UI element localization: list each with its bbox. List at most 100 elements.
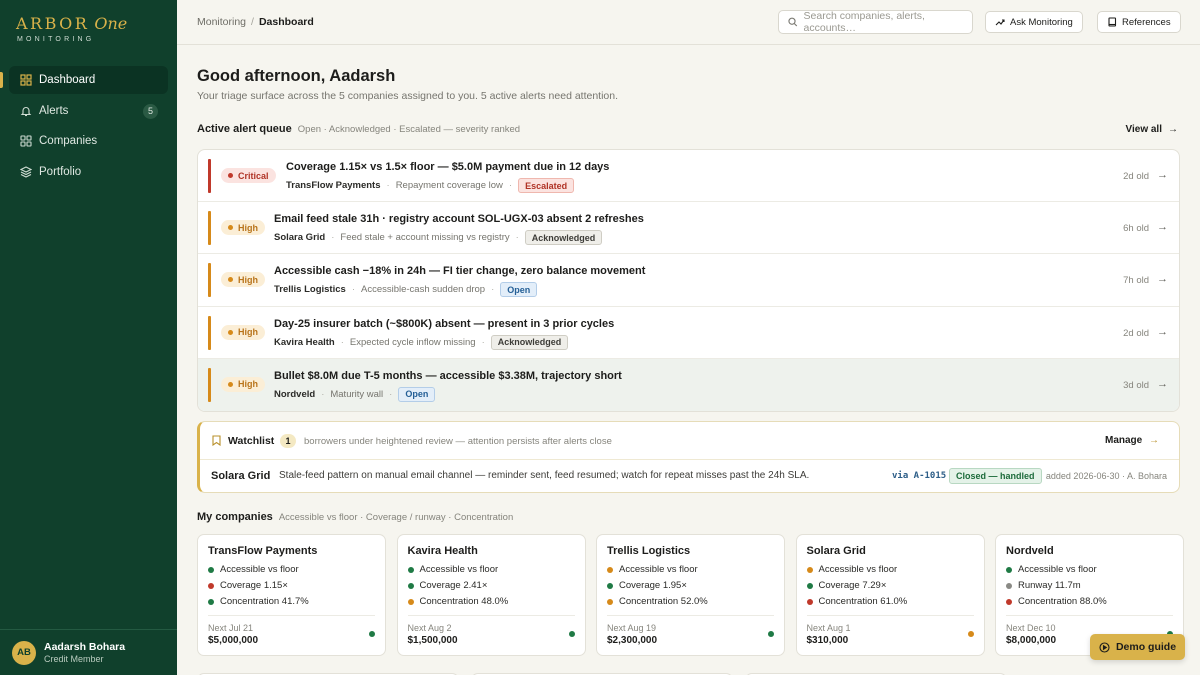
alert-queue: Critical Coverage 1.15× vs 1.5× floor — … [197, 149, 1180, 412]
company-metric: Coverage 1.15× [208, 580, 288, 591]
view-all-link[interactable]: View all → [1125, 124, 1178, 135]
company-card[interactable]: Solara Grid Accessible vs floor Coverage 7… [795, 534, 985, 656]
metric-label: Coverage 7.29× [818, 580, 887, 591]
status-dot [806, 566, 813, 573]
alert-meta: Nordveld · Maturity wall · Open [274, 386, 436, 402]
bell-icon [19, 104, 32, 117]
breadcrumb-monitoring[interactable]: Monitoring [197, 16, 246, 28]
alert-row[interactable]: High Accessible cash −18% in 24h — FI ti… [198, 254, 1179, 307]
company-status-dot [967, 631, 974, 637]
brand-name: ARBOR [16, 14, 90, 33]
alert-title: Email feed stale 31h · registry account … [274, 213, 644, 226]
company-name: Solara Grid [806, 545, 866, 557]
watchlist-panel: Watchlist 1 borrowers under heightened r… [197, 421, 1180, 493]
sidebar-item-dashboard[interactable]: Dashboard [0, 66, 168, 94]
severity-bar [208, 367, 211, 402]
status-dot [407, 582, 414, 589]
status-dot [208, 566, 214, 573]
severity-bar [208, 315, 211, 350]
status-badge: Escalated [518, 178, 575, 193]
book-icon [1108, 17, 1117, 27]
next-payment-amount: $310,000 [806, 635, 849, 646]
severity-dot [228, 329, 233, 335]
next-payment-amount: $1,500,000 [407, 635, 458, 646]
next-payment-amount: $8,000,000 [1006, 635, 1057, 646]
sidebar-item-alerts[interactable]: Alerts 5 [9, 97, 168, 125]
sidebar-item-portfolio[interactable]: Portfolio [9, 158, 168, 186]
status-badge: Closed — handled [949, 468, 1042, 484]
arrow-right-icon[interactable]: → [1157, 378, 1168, 390]
alert-queue-title: Active alert queue [197, 123, 292, 135]
card-divider [806, 615, 974, 616]
metric-label: Concentration 48.0% [419, 596, 509, 607]
company-card[interactable]: TransFlow Payments Accessible vs floor Cov… [197, 534, 386, 656]
alert-row[interactable]: High Day-25 insurer batch (~$800K) absen… [198, 307, 1179, 359]
demo-guide-label: Demo guide [1115, 641, 1177, 653]
references-button[interactable]: References [1097, 11, 1181, 33]
alert-company[interactable]: Solara Grid [274, 232, 325, 243]
companies-header: My companies Accessible vs floor · Covera… [197, 511, 513, 523]
breadcrumb-current: Dashboard [258, 16, 314, 28]
severity-dot [228, 225, 233, 231]
watchlist-note: Stale-feed pattern on manual email chann… [279, 470, 810, 481]
alert-row[interactable]: High Email feed stale 31h · registry acc… [198, 202, 1179, 255]
user-name: Aadarsh Bohara [44, 641, 126, 653]
company-card[interactable]: Kavira Health Accessible vs floor Coverage… [396, 534, 586, 656]
metric-label: Coverage 1.15× [220, 580, 288, 591]
alert-company[interactable]: Kavira Health [274, 337, 335, 348]
company-status-dot [369, 631, 375, 637]
arrow-right-icon[interactable]: → [1157, 221, 1168, 233]
alert-company[interactable]: Nordveld [274, 389, 315, 400]
alert-age: 6h old [1123, 223, 1149, 235]
sidebar-item-label: Portfolio [39, 165, 82, 178]
status-badge: Open [398, 386, 436, 402]
alert-company[interactable]: Trellis Logistics [274, 284, 346, 295]
brand-suffix: One [94, 14, 128, 33]
alert-queue-header: Active alert queue Open · Acknowledged · … [197, 123, 520, 135]
metric-label: Concentration 41.7% [220, 596, 309, 607]
watchlist-via-alert[interactable]: via A-1015 [892, 471, 946, 481]
watchlist-item[interactable]: Solara Grid Stale-feed pattern on manual… [200, 460, 1179, 492]
meta-separator: · [481, 336, 485, 348]
alert-title: Accessible cash −18% in 24h — FI tier ch… [274, 265, 646, 278]
alert-reason: Accessible-cash sudden drop [360, 284, 486, 296]
alert-row[interactable]: Critical Coverage 1.15× vs 1.5× floor — … [198, 150, 1179, 203]
severity-dot [228, 381, 233, 387]
severity-label: Critical [238, 170, 269, 181]
company-card[interactable]: Trellis Logistics Accessible vs floor Cove… [596, 534, 785, 656]
search-input[interactable]: Search companies, alerts, accounts… [778, 10, 973, 34]
page-title: Good afternoon, Aadarsh [197, 67, 396, 85]
severity-badge: High [221, 376, 265, 392]
demo-guide-button[interactable]: Demo guide [1090, 634, 1185, 660]
company-cards: TransFlow Payments Accessible vs floor Cov… [197, 534, 1184, 656]
status-dot [1006, 582, 1012, 589]
severity-dot [228, 173, 233, 178]
alert-age: 7h old [1123, 275, 1149, 287]
alert-meta: Solara Grid · Feed stale + account missing… [274, 230, 603, 246]
alert-meta: Trellis Logistics · Accessible-cash sudden… [274, 282, 538, 298]
company-name: Trellis Logistics [607, 545, 691, 557]
alert-age: 2d old [1123, 327, 1149, 339]
manage-watchlist-link[interactable]: Manage → [1105, 435, 1159, 446]
company-metric: Concentration 48.0% [407, 596, 509, 607]
trend-icon [995, 19, 1005, 26]
user-profile[interactable]: AB Aadarsh Bohara Credit Member [0, 629, 177, 675]
watchlist-company[interactable]: Solara Grid [211, 470, 270, 482]
company-metric: Coverage 1.95× [607, 580, 687, 591]
status-dot [607, 598, 613, 605]
arrow-right-icon[interactable]: → [1157, 326, 1168, 338]
meta-separator: · [340, 336, 344, 348]
arrow-right-icon[interactable]: → [1157, 273, 1168, 285]
alert-company[interactable]: TransFlow Payments [286, 180, 381, 191]
sidebar-item-companies[interactable]: Companies [9, 127, 168, 155]
brand-logo[interactable]: ARBOR One MONITORING [16, 14, 127, 43]
brand-tagline: MONITORING [17, 36, 95, 43]
next-payment-date: Next Dec 10 [1006, 623, 1056, 633]
severity-bar [208, 263, 211, 298]
ask-monitoring-button[interactable]: Ask Monitoring [985, 11, 1083, 33]
severity-badge: Critical [221, 168, 276, 183]
arrow-right-icon[interactable]: → [1157, 169, 1168, 181]
company-metric: Concentration 61.0% [806, 596, 907, 607]
metric-label: Accessible vs floor [619, 564, 698, 575]
alert-row[interactable]: High Bullet $8.0M due T-5 months — acces… [198, 358, 1179, 411]
